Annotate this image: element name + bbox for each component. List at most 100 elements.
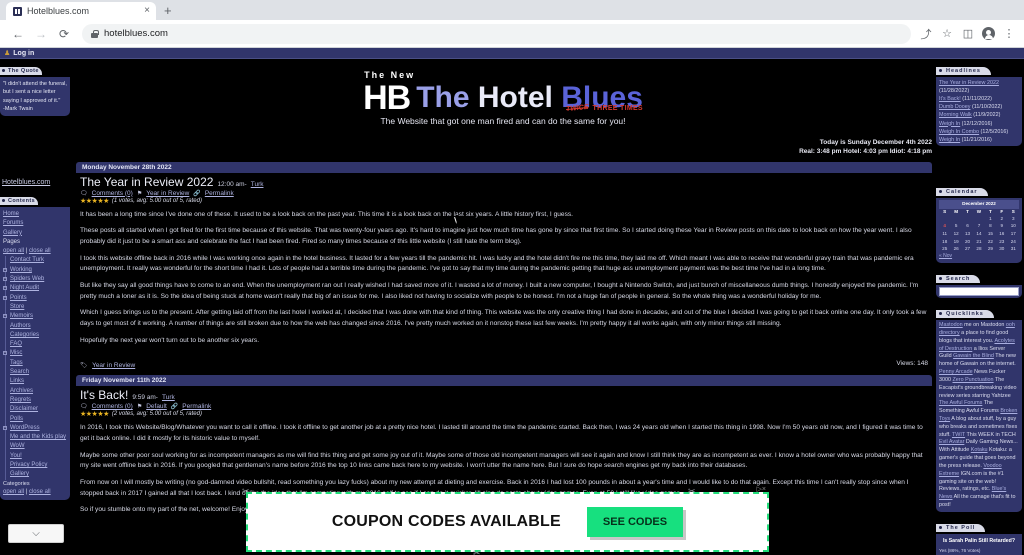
star-rating-icon[interactable]: ★★★★★: [80, 410, 109, 418]
sidebar-tree-item[interactable]: FAQ: [3, 340, 67, 350]
sidebar-tree-link[interactable]: Points: [10, 295, 27, 301]
post-permalink-link[interactable]: Permalink: [182, 403, 211, 410]
quicklink-link[interactable]: The Awful Forums: [939, 400, 982, 406]
expand-icon[interactable]: +: [3, 314, 7, 319]
sidebar-tree-link[interactable]: WordPress: [10, 425, 40, 431]
sidebar-tree-link[interactable]: Gallery: [10, 471, 29, 477]
sidebar-tree-link[interactable]: Store: [10, 304, 24, 310]
headline-link[interactable]: It's Back!: [939, 96, 961, 102]
expand-icon[interactable]: +: [3, 286, 7, 291]
close-icon[interactable]: ×: [144, 6, 150, 16]
kebab-menu-icon[interactable]: ⋮: [1002, 27, 1016, 41]
headline-link[interactable]: Weigh In: [939, 121, 960, 127]
sidebar-tree-item[interactable]: Links: [3, 377, 67, 387]
share-icon[interactable]: ⤴: [919, 27, 933, 41]
site-name-link[interactable]: Hotelblues.com: [0, 176, 70, 189]
post-author-link[interactable]: Turk: [251, 181, 264, 188]
categories-open-all-link[interactable]: open all: [3, 489, 24, 495]
calendar-table[interactable]: S M T W T F S 1 2 3 4 5 6 7 8 9 10 11 12 13 14 15 16 17 18 19 20 21…: [939, 209, 1019, 254]
post-title[interactable]: It's Back!: [80, 388, 128, 402]
quicklink-link[interactable]: Penny Arcade: [939, 369, 973, 375]
calendar-day-cell[interactable]: 16: [996, 231, 1007, 239]
sidebar-tree-link[interactable]: Privacy Policy: [10, 462, 47, 468]
calendar-day-cell[interactable]: 25: [939, 246, 950, 254]
sidebar-tree-item[interactable]: Polls: [3, 414, 67, 425]
sidebar-tree-item[interactable]: Search: [3, 368, 67, 378]
sidebar-tree-link[interactable]: Categories: [10, 332, 39, 338]
profile-avatar-icon[interactable]: [982, 27, 995, 40]
expand-icon[interactable]: +: [3, 277, 7, 282]
sidebar-tree-item[interactable]: + WordPress: [3, 423, 67, 434]
sidebar-tree-link[interactable]: Memoirs: [10, 313, 33, 319]
calendar-day-cell[interactable]: 26: [950, 246, 961, 254]
calendar-day-cell[interactable]: 3: [1008, 215, 1019, 223]
poll-options[interactable]: Yes (86%, 76 Votes)No (15%, 13 Votes): [939, 548, 1019, 555]
sidebar-tree-link[interactable]: Authors: [10, 323, 31, 329]
advertisement-banner[interactable]: ▷× ✂ ✂ ✂ COUPON CODES AVAILABLE SEE CODE…: [242, 486, 769, 555]
quicklink-link[interactable]: Kotaku: [971, 447, 988, 453]
calendar-day-cell[interactable]: 14: [973, 231, 984, 239]
calendar-day-cell[interactable]: 21: [973, 238, 984, 246]
sidebar-tree-item[interactable]: Me and the Kids play WoW: [3, 433, 67, 452]
sidebar-tree-item[interactable]: Tags: [3, 358, 67, 369]
sidebar-tree-link[interactable]: Search: [10, 369, 29, 375]
headline-item[interactable]: Weigh In (12/12/2016): [939, 120, 1019, 128]
calendar-day-cell[interactable]: 2: [996, 215, 1007, 223]
post-comments-link[interactable]: Comments (0): [92, 190, 133, 197]
post-comments-link[interactable]: Comments (0): [92, 403, 133, 410]
browser-tab[interactable]: Hotelblues.com ×: [6, 2, 156, 20]
calendar-day-cell[interactable]: 18: [939, 238, 950, 246]
calendar-day-cell[interactable]: 30: [996, 246, 1007, 254]
post-title[interactable]: The Year in Review 2022: [80, 175, 213, 189]
calendar-day-cell[interactable]: 12: [950, 231, 961, 239]
calendar-day-cell[interactable]: 1: [985, 215, 996, 223]
sidebar-tree-item[interactable]: Contact Turk: [3, 256, 67, 267]
sidebar-tree-item[interactable]: You!: [3, 451, 67, 462]
login-bar[interactable]: ♟ Log in: [0, 48, 1024, 59]
expand-icon[interactable]: +: [3, 267, 7, 272]
back-icon[interactable]: ←: [8, 24, 28, 44]
post-category-link[interactable]: Default: [146, 403, 167, 410]
scroll-down-button[interactable]: ⌵: [8, 524, 64, 543]
calendar-day-cell[interactable]: 5: [950, 223, 961, 231]
calendar-day-cell[interactable]: 6: [962, 223, 973, 231]
quicklink-link[interactable]: TWIT: [952, 432, 965, 438]
headline-link[interactable]: Morning Walk: [939, 112, 972, 118]
sidebar-tree-link[interactable]: Archives: [10, 388, 33, 394]
sidebar-tree-link[interactable]: FAQ: [10, 341, 22, 347]
sidebar-tree-item[interactable]: + Spiders Web: [3, 275, 67, 285]
headline-item[interactable]: Dumb Dooey (11/10/2022): [939, 103, 1019, 111]
expand-icon[interactable]: +: [3, 295, 7, 300]
sidebar-tree-link[interactable]: Night Audit: [10, 285, 39, 291]
sidebar-tree-link[interactable]: Polls: [10, 416, 23, 422]
calendar-day-cell[interactable]: 10: [1008, 223, 1019, 231]
nav-link-gallery[interactable]: Gallery: [3, 230, 22, 236]
new-tab-button[interactable]: +: [156, 2, 180, 20]
see-codes-button[interactable]: SEE CODES: [586, 507, 684, 537]
sidebar-tree-link[interactable]: Regrets: [10, 397, 31, 403]
calendar-prev-link[interactable]: « Nov: [939, 253, 952, 259]
categories-close-all-link[interactable]: close all: [29, 489, 51, 495]
sidebar-tree-link[interactable]: Me and the Kids play WoW: [10, 434, 66, 449]
calendar-day-cell[interactable]: 28: [973, 246, 984, 254]
star-rating-icon[interactable]: ★★★★★: [80, 197, 109, 205]
sidebar-tree-item[interactable]: Archives: [3, 386, 67, 397]
close-all-link[interactable]: close all: [29, 248, 51, 254]
sidebar-tree-item[interactable]: + Night Audit: [3, 284, 67, 294]
sidebar-tree-item[interactable]: Store: [3, 302, 67, 313]
calendar-day-cell[interactable]: 8: [985, 223, 996, 231]
headline-item[interactable]: Weigh In (11/21/2016): [939, 136, 1019, 144]
headline-item[interactable]: Morning Walk (11/9/2022): [939, 111, 1019, 119]
quicklink-link[interactable]: Evil Avatar: [939, 439, 964, 445]
calendar-day-cell[interactable]: 31: [1008, 246, 1019, 254]
expand-icon[interactable]: +: [3, 425, 7, 430]
sidebar-tree-item[interactable]: + Memoirs: [3, 312, 67, 322]
sidebar-tree-item[interactable]: Regrets: [3, 395, 67, 406]
login-link[interactable]: Log in: [13, 50, 34, 57]
sidebar-tree-link[interactable]: Working: [10, 267, 32, 273]
calendar-day-cell[interactable]: 24: [1008, 238, 1019, 246]
sidebar-tree-item[interactable]: Categories: [3, 330, 67, 341]
sidebar-tree-item[interactable]: Disclaimer: [3, 405, 67, 415]
sidebar-tree-link[interactable]: Contact Turk: [10, 257, 44, 263]
sidebar-tree-item[interactable]: Privacy Policy: [3, 461, 67, 471]
